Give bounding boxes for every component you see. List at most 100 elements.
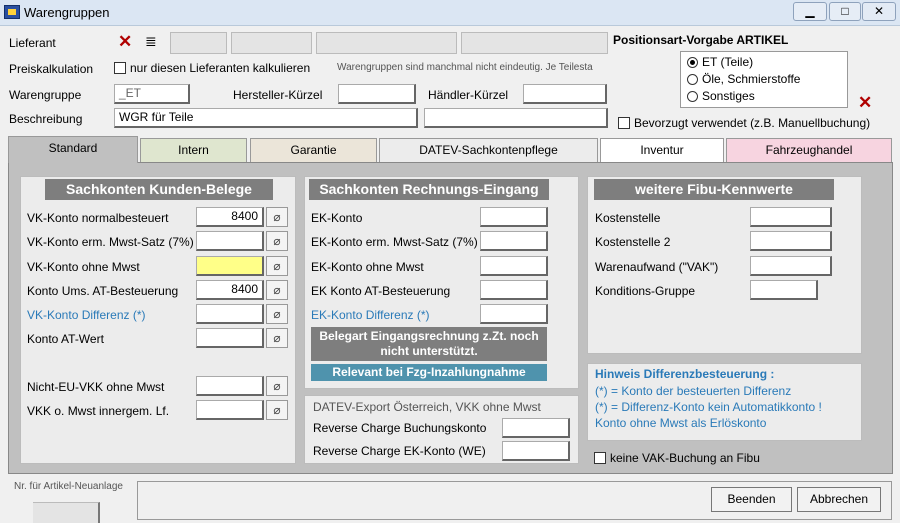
ek-erm-field[interactable]	[480, 231, 548, 251]
minimize-button[interactable]: ▁	[793, 2, 827, 21]
reverse-charge-ek-field[interactable]	[502, 441, 570, 461]
fibu-row-label: Kostenstelle	[595, 211, 661, 225]
beschreibung-field[interactable]: WGR für Teile	[114, 108, 418, 128]
haendler-field[interactable]	[523, 84, 607, 104]
kunden-row-label: VK-Konto ohne Mwst	[27, 260, 140, 274]
beenden-button[interactable]: Beenden	[711, 487, 792, 512]
kunden-row-label: VKK o. Mwst innergem. Lf.	[27, 404, 170, 418]
fibu-title: weitere Fibu-Kennwerte	[594, 179, 834, 200]
kunden-row-label: Konto AT-Wert	[27, 332, 104, 346]
tab-intern[interactable]: Intern	[140, 138, 247, 162]
positionsart-title: Positionsart-Vorgabe ARTIKEL	[613, 33, 789, 47]
fibu-row-label: Warenaufwand ("VAK")	[595, 260, 719, 274]
kunden-row-label: VK-Konto erm. Mwst-Satz (7%)	[27, 235, 194, 249]
radio-et[interactable]	[687, 57, 698, 68]
tab-garantie[interactable]: Garantie	[250, 138, 377, 162]
konto-ums-at-field[interactable]: 8400	[196, 280, 264, 300]
clear-positionsart-icon[interactable]: ✕	[858, 94, 872, 111]
fibu-row-label: Kostenstelle 2	[595, 235, 671, 249]
konto-at-wert-field[interactable]	[196, 328, 264, 348]
warengruppe-field[interactable]: _ET	[114, 84, 190, 104]
relevant-note: Relevant bei Fzg-Inzahlungnahme	[311, 364, 547, 381]
lieferant-box-2[interactable]	[231, 32, 312, 54]
ek-konto-field[interactable]	[480, 207, 548, 227]
kostenstelle-2-field[interactable]	[750, 231, 832, 251]
bevorzugt-label: Bevorzugt verwendet (z.B. Manuellbuchung…	[634, 116, 871, 130]
positionsart-group: ET (Teile) Öle, Schmierstoffe Sonstiges	[680, 51, 848, 108]
belegart-note: Belegart Eingangsrechnung z.Zt. noch nic…	[311, 327, 547, 361]
beschreibung-label: Beschreibung	[9, 112, 83, 126]
paperclip-icon[interactable]: ⌀	[266, 207, 288, 227]
ek-at-field[interactable]	[480, 280, 548, 300]
nicht-eu-field[interactable]	[196, 376, 264, 396]
lieferant-box-1[interactable]	[170, 32, 227, 54]
paperclip-icon[interactable]: ⌀	[266, 256, 288, 276]
close-button[interactable]: ✕	[862, 2, 896, 21]
preiskalkulation-label: Preiskalkulation	[9, 62, 94, 76]
lieferant-label: Lieferant	[9, 36, 56, 50]
ek-ohne-mwst-field[interactable]	[480, 256, 548, 276]
kostenstelle-field[interactable]	[750, 207, 832, 227]
rechnung-row-label: EK-Konto	[311, 211, 363, 225]
window-title: Warengruppen	[24, 5, 110, 20]
konditions-gruppe-field[interactable]	[750, 280, 818, 300]
vk-differenz-field[interactable]	[196, 304, 264, 324]
clear-lieferant-icon[interactable]: ✕	[118, 33, 132, 50]
rechnung-row-label: EK Konto AT-Besteuerung	[311, 284, 451, 298]
option-et: ET (Teile)	[702, 55, 754, 69]
reverse-charge-buchung-field[interactable]	[502, 418, 570, 438]
paperclip-icon[interactable]: ⌀	[266, 376, 288, 396]
warengruppe-label: Warengruppe	[9, 88, 82, 102]
vk-erm-field[interactable]	[196, 231, 264, 251]
app-icon	[4, 5, 20, 19]
tab-datev[interactable]: DATEV-Sachkontenpflege	[379, 138, 598, 162]
paperclip-icon[interactable]: ⌀	[266, 400, 288, 420]
datev-row-label: Reverse Charge EK-Konto (WE)	[313, 444, 486, 458]
kunden-row-label: Konto Ums. AT-Besteuerung	[27, 284, 179, 298]
vkk-innergem-field[interactable]	[196, 400, 264, 420]
maximize-button[interactable]: □	[829, 2, 861, 21]
tab-inventur[interactable]: Inventur	[600, 138, 724, 162]
abbrechen-button[interactable]: Abbrechen	[797, 487, 881, 512]
kunden-title: Sachkonten Kunden-Belege	[45, 179, 273, 200]
warenaufwand-field[interactable]	[750, 256, 832, 276]
lieferant-box-3[interactable]	[316, 32, 457, 54]
list-icon[interactable]: ≣	[145, 33, 157, 50]
kunden-row-label: VK-Konto Differenz (*)	[27, 308, 146, 322]
rechnung-title: Sachkonten Rechnungs-Eingang	[309, 179, 549, 200]
kunden-row-label: VK-Konto normalbesteuert	[27, 211, 169, 225]
rechnung-row-label: EK-Konto ohne Mwst	[311, 260, 424, 274]
paperclip-icon[interactable]: ⌀	[266, 231, 288, 251]
lieferant-box-4[interactable]	[461, 32, 608, 54]
hersteller-field[interactable]	[338, 84, 416, 104]
paperclip-icon[interactable]: ⌀	[266, 328, 288, 348]
rechnung-row-label: EK-Konto Differenz (*)	[311, 308, 430, 322]
radio-oele[interactable]	[687, 74, 698, 85]
hinweis-line-2: (*) = Differenz-Konto kein Automatikkont…	[595, 400, 822, 414]
paperclip-icon[interactable]: ⌀	[266, 304, 288, 324]
beschreibung-field-2[interactable]	[424, 108, 608, 128]
nr-artikel-field[interactable]	[33, 502, 100, 523]
nr-artikel-label: Nr. für Artikel-Neuanlage	[14, 481, 123, 492]
datev-row-label: Reverse Charge Buchungskonto	[313, 421, 487, 435]
vk-ohne-mwst-field[interactable]	[196, 256, 264, 276]
belegart-note-line-1: Belegart Eingangsrechnung z.Zt. noch	[319, 329, 539, 343]
datev-title: DATEV-Export Österreich, VKK ohne Mwst	[313, 400, 541, 414]
fibu-row-label: Konditions-Gruppe	[595, 284, 696, 298]
vk-normal-field[interactable]: 8400	[196, 207, 264, 227]
paperclip-icon[interactable]: ⌀	[266, 280, 288, 300]
hinweis-title: Hinweis Differenzbesteuerung :	[595, 367, 775, 381]
kunden-row-label: Nicht-EU-VKK ohne Mwst	[27, 380, 165, 394]
hinweis-line-1: (*) = Konto der besteuerten Differenz	[595, 384, 792, 398]
belegart-note-line-2: nicht unterstützt.	[380, 344, 478, 358]
bevorzugt-checkbox[interactable]	[618, 117, 630, 129]
tab-fahrzeughandel[interactable]: Fahrzeughandel	[726, 138, 892, 162]
option-sonstiges: Sonstiges	[702, 89, 755, 103]
ek-differenz-field[interactable]	[480, 304, 548, 324]
nur-lieferant-label: nur diesen Lieferanten kalkulieren	[130, 61, 311, 75]
radio-sonstiges[interactable]	[687, 91, 698, 102]
title-bar: Warengruppen ▁ □ ✕	[0, 0, 900, 26]
tab-standard[interactable]: Standard	[8, 136, 138, 163]
keine-vak-checkbox[interactable]	[594, 452, 606, 464]
nur-lieferant-checkbox[interactable]	[114, 62, 126, 74]
